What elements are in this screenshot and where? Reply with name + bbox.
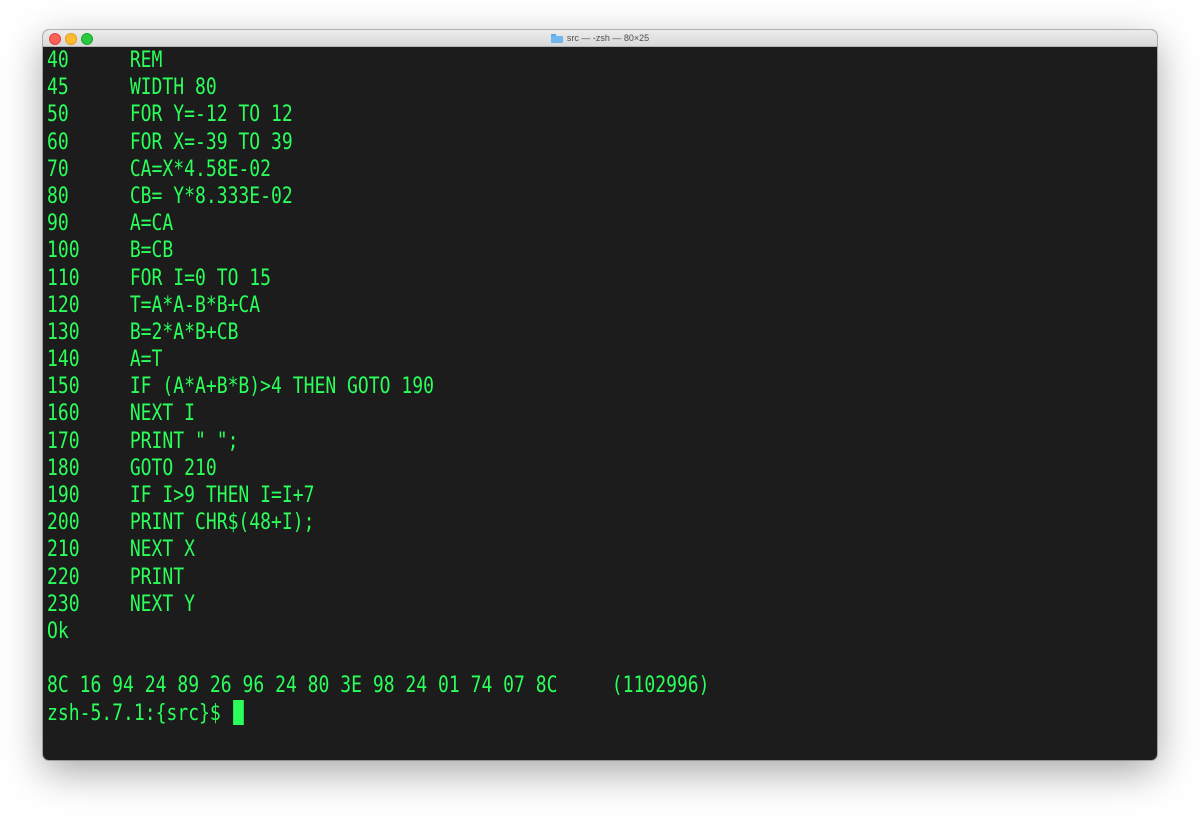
prompt-line[interactable]: zsh-5.7.1:{src}$	[47, 699, 957, 727]
listing-line: 100 B=CB	[47, 237, 957, 264]
code-statement: T=A*A-B*B+CA	[129, 292, 261, 318]
line-number: 80	[47, 183, 69, 209]
line-number: 190	[47, 483, 80, 508]
code-statement: NEXT X	[129, 537, 195, 563]
line-number: 210	[47, 537, 80, 563]
code-statement: A=T	[129, 347, 163, 373]
text-cursor	[233, 699, 244, 725]
listing-line: 200 PRINT CHR$(48+I);	[47, 509, 957, 536]
listing-line: 45 WIDTH 80	[47, 74, 957, 101]
listing-line: 150 IF (A*A+B*B)>4 THEN GOTO 190	[47, 373, 957, 400]
code-statement: REM	[129, 48, 163, 73]
code-statement: GOTO 210	[129, 455, 217, 481]
line-number: 70	[47, 156, 69, 182]
listing-line: 80 CB= Y*8.333E-02	[47, 183, 957, 210]
hexdump-line: 8C 16 94 24 89 26 96 24 80 3E 98 24 01 7…	[47, 673, 710, 699]
code-statement: FOR Y=-12 TO 12	[129, 102, 293, 128]
terminal-window: src — -zsh — 80×25 40 REM 45 WIDTH 80 50 FOR …	[43, 30, 1157, 760]
code-statement: PRINT	[129, 564, 185, 590]
line-number: 90	[47, 211, 69, 237]
code-statement: CA=X*4.58E-02	[129, 156, 272, 182]
listing-line: 220 PRINT	[47, 564, 957, 591]
window-title-text: src — -zsh — 80×25	[566, 33, 650, 43]
listing-line: 110 FOR I=0 TO 15	[47, 265, 957, 292]
line-number: 140	[47, 347, 80, 373]
listing-line: 90 A=CA	[47, 210, 957, 237]
listing-line: 190 IF I>9 THEN I=I+7	[47, 482, 957, 509]
line-number: 160	[47, 401, 80, 427]
listing-line: 160 NEXT I	[47, 400, 957, 427]
shell-prompt: zsh-5.7.1:{src}$	[47, 700, 232, 726]
line-number: 230	[47, 591, 80, 617]
code-statement: A=CA	[129, 211, 174, 237]
listing-line: 210 NEXT X	[47, 536, 957, 563]
line-number: 220	[47, 564, 80, 590]
code-statement: WIDTH 80	[129, 75, 217, 101]
listing-line: 50 FOR Y=-12 TO 12	[47, 101, 957, 128]
line-number: 180	[47, 455, 80, 481]
code-statement: CB= Y*8.333E-02	[129, 183, 293, 209]
code-statement: IF I>9 THEN I=I+7	[129, 483, 315, 508]
line-number: 170	[47, 428, 80, 454]
listing-line: 130 B=2*A*B+CB	[47, 319, 957, 346]
code-statement: PRINT CHR$(48+I);	[129, 510, 315, 536]
line-number: 40	[47, 48, 69, 73]
basic-listing: 40 REM 45 WIDTH 80 50 FOR Y=-12 TO 12 60 FOR X=…	[47, 47, 1157, 618]
code-statement: NEXT Y	[129, 591, 195, 617]
line-number: 150	[47, 374, 80, 400]
listing-line: 140 A=T	[47, 346, 957, 373]
listing-line: 70 CA=X*4.58E-02	[47, 156, 957, 183]
line-number: 60	[47, 129, 69, 155]
line-number: 100	[47, 238, 80, 264]
code-statement: IF (A*A+B*B)>4 THEN GOTO 190	[129, 374, 434, 400]
code-statement: FOR X=-39 TO 39	[129, 129, 293, 155]
title-bar[interactable]: src — -zsh — 80×25	[43, 30, 1157, 47]
listing-line: 40 REM	[47, 47, 957, 74]
listing-line: 180 GOTO 210	[47, 455, 957, 482]
terminal-output[interactable]: 40 REM 45 WIDTH 80 50 FOR Y=-12 TO 12 60 FOR X=…	[47, 47, 1157, 760]
window-title: src — -zsh — 80×25	[43, 30, 1157, 46]
line-number: 120	[47, 292, 80, 318]
line-number: 200	[47, 510, 80, 536]
code-statement: B=2*A*B+CB	[129, 319, 239, 345]
code-statement: FOR I=0 TO 15	[129, 265, 272, 291]
line-number: 45	[47, 75, 69, 101]
status-line: Ok	[47, 618, 69, 644]
listing-line: 170 PRINT " ";	[47, 428, 957, 455]
listing-line: 60 FOR X=-39 TO 39	[47, 129, 957, 156]
listing-line: 230 NEXT Y	[47, 591, 957, 618]
line-number: 110	[47, 265, 80, 291]
code-statement: B=CB	[129, 238, 174, 264]
folder-icon	[550, 33, 563, 43]
code-statement: PRINT " ";	[129, 428, 239, 454]
code-statement: NEXT I	[129, 401, 195, 427]
line-number: 50	[47, 102, 69, 128]
line-number: 130	[47, 319, 80, 345]
listing-line: 120 T=A*A-B*B+CA	[47, 292, 957, 319]
